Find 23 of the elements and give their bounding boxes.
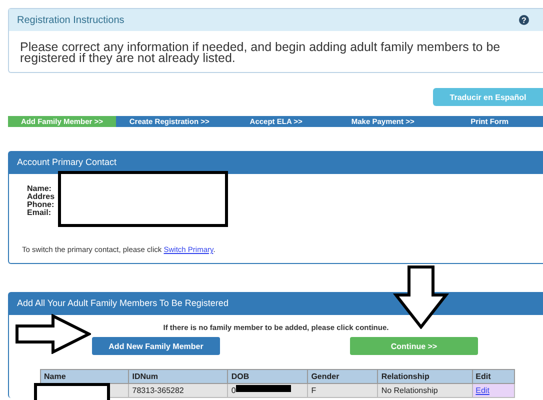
- panel-title: Add All Your Adult Family Members To Be Registered: [9, 293, 543, 315]
- panel-title: Registration Instructions: [17, 14, 124, 26]
- instructions-text: Please correct any information if needed, and begin adding adult family members to be registered if they are not already listed.: [19, 39, 502, 67]
- field-label: Name:: [27, 185, 52, 193]
- right-arrow-icon: [15, 314, 91, 354]
- field-label: Addres: [27, 193, 56, 201]
- table-cell: F: [308, 384, 378, 398]
- table-cell: 78313-365282: [128, 384, 228, 398]
- column-header: IDNum: [128, 370, 228, 384]
- redaction-bar: [236, 385, 291, 392]
- column-header: Edit: [472, 370, 514, 384]
- panel-title: Account Primary Contact: [9, 152, 543, 174]
- field-label: Email:: [27, 209, 52, 217]
- table-cell: No Relationship: [378, 384, 472, 398]
- column-header: Gender: [308, 370, 378, 384]
- column-header: Name: [40, 370, 129, 384]
- column-header: DOB: [228, 370, 308, 384]
- column-header: Relationship: [378, 370, 472, 384]
- help-icon[interactable]: ?: [519, 15, 529, 25]
- field-label: Phone:: [27, 201, 56, 209]
- add-member-button[interactable]: Add New Family Member: [92, 337, 220, 355]
- down-arrow-icon: [393, 265, 449, 329]
- continue-button[interactable]: Continue >>: [350, 337, 478, 355]
